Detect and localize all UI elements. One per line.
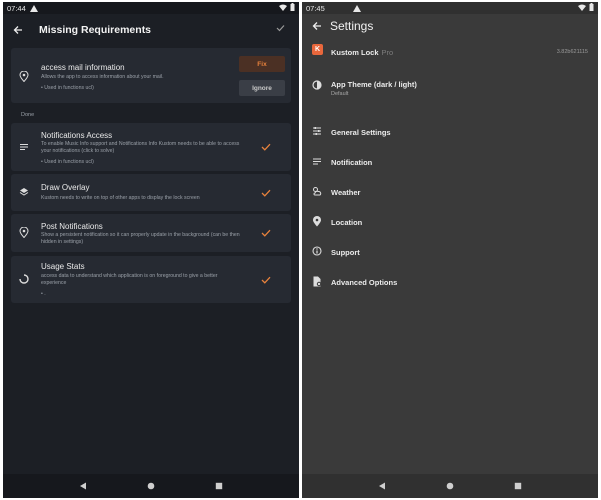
settings-item-app-theme[interactable]: App Theme (dark / light) Default — [302, 76, 598, 106]
done-check-icon — [261, 276, 271, 284]
ignore-button[interactable]: Ignore — [239, 80, 285, 96]
requirement-card-draw-overlay[interactable]: Draw Overlay Kustom needs to write on to… — [11, 174, 291, 211]
nav-home-icon[interactable] — [446, 482, 454, 490]
requirement-title: Post Notifications — [41, 222, 103, 231]
kustom-logo-icon: K — [312, 44, 323, 55]
settings-item-general[interactable]: General Settings — [302, 122, 598, 142]
requirement-card-usage-stats[interactable]: Usage Stats access data to understand wh… — [11, 256, 291, 303]
settings-item-notification[interactable]: Notification — [302, 152, 598, 172]
location-pin-icon — [19, 227, 29, 238]
done-check-icon — [261, 229, 271, 237]
sliders-icon — [313, 127, 321, 135]
nav-home-icon[interactable] — [147, 482, 155, 490]
file-settings-icon — [313, 276, 322, 287]
location-pin-icon — [19, 71, 29, 82]
app-bar: Missing Requirements — [3, 14, 299, 46]
battery-icon — [589, 3, 594, 11]
settings-item-label: Support — [331, 247, 360, 257]
right-screen: 07:45 Settings K Kustom Lock Pro 3.82b621… — [302, 2, 598, 498]
progress-circle-icon — [19, 274, 29, 284]
status-bar: 07:44 — [3, 2, 299, 14]
status-time: 07:44 — [7, 3, 26, 13]
notification-icon — [352, 4, 361, 12]
notification-icon — [29, 4, 38, 12]
requirement-desc: To enable Music Info support and Notific… — [41, 141, 240, 154]
requirement-title: Draw Overlay — [41, 183, 90, 192]
nav-recents-icon[interactable] — [514, 482, 522, 490]
status-time: 07:45 — [306, 3, 325, 13]
location-pin-icon — [313, 216, 321, 227]
back-arrow-icon[interactable] — [312, 21, 322, 31]
confirm-check-icon[interactable] — [276, 24, 285, 32]
requirement-used: • Used in functions ucl) — [41, 159, 94, 165]
wifi-icon — [578, 4, 586, 11]
requirement-desc: Allows the app to access information abo… — [41, 74, 164, 80]
nav-recents-icon[interactable] — [215, 482, 223, 490]
requirement-desc: Show a persistent notification so it can… — [41, 232, 240, 245]
app-bar: Settings — [302, 14, 598, 38]
settings-item-location[interactable]: Location — [302, 212, 598, 232]
settings-item-label: Notification — [331, 157, 373, 167]
app-version: 3.82b621115 — [556, 49, 588, 55]
settings-item-weather[interactable]: Weather — [302, 182, 598, 202]
theme-icon — [312, 80, 322, 90]
settings-item-support[interactable]: Support — [302, 242, 598, 262]
requirement-card-notifications-access[interactable]: Notifications Access To enable Music Inf… — [11, 123, 291, 171]
done-check-icon — [261, 143, 271, 151]
requirement-desc: access data to understand which applicat… — [41, 273, 218, 286]
nav-bar — [3, 474, 299, 498]
nav-bar — [302, 474, 598, 498]
settings-item-label: Location — [331, 217, 363, 227]
pro-badge: Pro — [381, 47, 394, 57]
done-section-label: Done — [21, 112, 35, 118]
battery-icon — [290, 3, 295, 11]
done-check-icon — [261, 189, 271, 197]
app-name: Kustom Lock Pro — [331, 47, 394, 57]
settings-item-advanced[interactable]: Advanced Options — [302, 272, 598, 292]
layers-icon — [19, 188, 29, 196]
requirement-title: access mail information — [41, 63, 125, 72]
requirement-used: • . — [41, 291, 46, 297]
left-screen: 07:44 Missing Requirements access mail i… — [3, 2, 299, 498]
nav-back-icon[interactable] — [378, 482, 386, 490]
theme-value: Default — [331, 91, 349, 97]
lines-icon — [313, 158, 321, 165]
settings-item-label: General Settings — [331, 127, 391, 137]
info-icon — [312, 246, 322, 256]
fix-button[interactable]: Fix — [239, 56, 285, 72]
nav-back-icon[interactable] — [79, 482, 87, 490]
status-bar: 07:45 — [302, 2, 598, 14]
requirement-used: • Used in functions ucl) — [41, 85, 94, 91]
app-info-row[interactable]: K Kustom Lock Pro 3.82b621115 — [302, 42, 598, 62]
settings-item-label: App Theme (dark / light) — [331, 80, 417, 89]
requirement-desc: Kustom needs to write on top of other ap… — [41, 195, 200, 201]
page-title: Settings — [330, 19, 374, 33]
wifi-icon — [279, 4, 287, 11]
back-arrow-icon[interactable] — [13, 25, 23, 35]
lines-icon — [20, 144, 28, 150]
page-title: Missing Requirements — [39, 24, 152, 36]
requirement-title: Notifications Access — [41, 131, 113, 140]
requirement-title: Usage Stats — [41, 262, 85, 271]
settings-item-label: Advanced Options — [331, 277, 398, 287]
weather-icon — [313, 187, 322, 196]
requirement-card-post-notifications[interactable]: Post Notifications Show a persistent not… — [11, 214, 291, 252]
requirement-card-mail: access mail information Allows the app t… — [11, 48, 291, 103]
settings-item-label: Weather — [331, 187, 361, 197]
